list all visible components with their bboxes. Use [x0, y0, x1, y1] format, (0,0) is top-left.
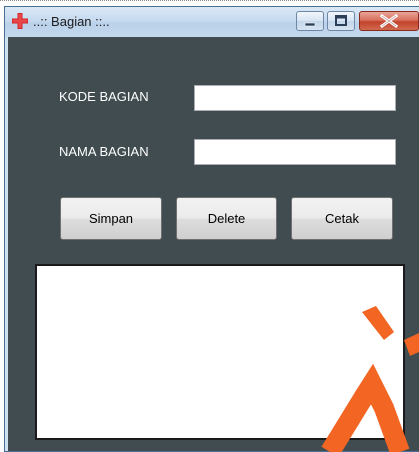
kode-bagian-input[interactable] [194, 85, 396, 111]
form-client-area: KODE BAGIAN NAMA BAGIAN Simpan Delete Ce… [8, 37, 419, 451]
nama-bagian-input[interactable] [194, 139, 396, 165]
maximize-icon [335, 15, 347, 26]
simpan-button[interactable]: Simpan [60, 197, 162, 240]
red-cross-icon [12, 13, 28, 29]
bagian-list[interactable] [35, 264, 405, 440]
page-top-border [0, 0, 419, 2]
window-title: ..:: Bagian ::.. [33, 14, 110, 29]
kode-bagian-label: KODE BAGIAN [59, 89, 149, 104]
screenshot: ..:: Bagian ::.. KODE BAGIAN NAMA BAGIAN… [0, 0, 419, 452]
cetak-button[interactable]: Cetak [291, 197, 393, 240]
title-bar[interactable]: ..:: Bagian ::.. [5, 7, 419, 37]
minimize-button[interactable] [296, 11, 324, 31]
maximize-button[interactable] [327, 11, 355, 31]
bagian-window: ..:: Bagian ::.. KODE BAGIAN NAMA BAGIAN… [4, 6, 419, 452]
nama-bagian-label: NAMA BAGIAN [59, 144, 149, 159]
delete-button[interactable]: Delete [176, 197, 277, 240]
close-button[interactable] [359, 11, 419, 31]
minimize-icon [304, 22, 316, 27]
close-icon [379, 13, 399, 29]
